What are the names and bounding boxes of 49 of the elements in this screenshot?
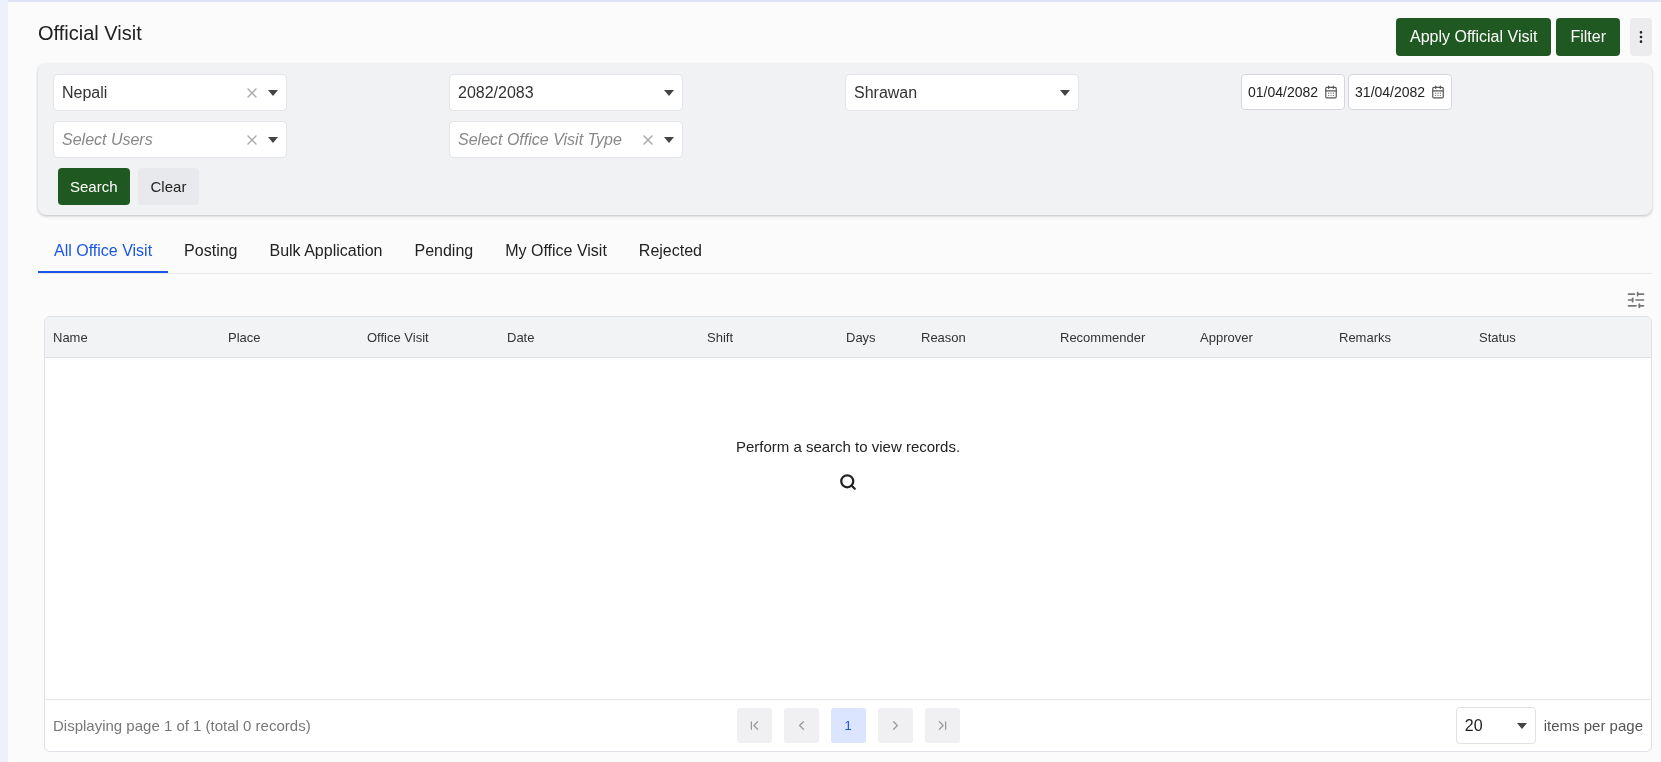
select-field[interactable]: Nepali — [53, 74, 287, 111]
caret-icon — [268, 136, 278, 143]
column-header: Shift — [707, 329, 734, 345]
date-field[interactable]: 01/04/2082 — [1241, 74, 1346, 110]
caret-icon — [268, 89, 278, 96]
empty-message: Perform a search to view records. — [735, 438, 961, 455]
select-field[interactable]: Select Users — [53, 121, 287, 158]
column-header: Days — [846, 329, 877, 345]
tab[interactable]: Rejected — [622, 232, 718, 273]
caret-icon — [1060, 89, 1070, 96]
header-button[interactable]: Filter — [1556, 18, 1620, 56]
tab[interactable]: All Office Visit — [38, 232, 169, 273]
tab[interactable]: Posting — [168, 232, 254, 273]
last-page-button[interactable] — [924, 708, 960, 743]
page-title: Official Visit — [38, 22, 142, 45]
next-page-button[interactable] — [877, 708, 913, 743]
select-field[interactable]: Select Office Visit Type — [449, 121, 683, 158]
column-header: Office Visit — [367, 329, 430, 345]
calendar-icon — [1431, 85, 1446, 99]
more-menu-button[interactable] — [1630, 18, 1652, 56]
tab[interactable]: Pending — [398, 232, 490, 273]
column-header: Place — [228, 329, 262, 345]
search-icon — [839, 473, 857, 491]
column-settings-icon[interactable] — [1626, 290, 1646, 310]
date-field[interactable]: 31/04/2082 — [1348, 74, 1453, 110]
column-header: Name — [53, 329, 89, 345]
page-button[interactable]: 1 — [830, 708, 866, 743]
tab[interactable]: Bulk Application — [253, 232, 399, 273]
previous-page-button[interactable] — [783, 708, 819, 743]
column-header: Remarks — [1339, 329, 1392, 345]
select-field[interactable]: Shrawan — [845, 74, 1079, 111]
tab[interactable]: My Office Visit — [489, 232, 623, 273]
column-header: Date — [507, 329, 536, 345]
caret-icon — [664, 89, 674, 96]
page-size-select[interactable]: 20 — [1455, 707, 1536, 744]
pagination-summary: Displaying page 1 of 1 (total 0 records) — [53, 717, 312, 734]
calendar-icon — [1324, 85, 1339, 99]
caret-icon — [664, 136, 674, 143]
search-button[interactable]: Search — [58, 168, 130, 205]
column-header: Approver — [1200, 329, 1254, 345]
header-button[interactable]: Apply Official Visit — [1395, 18, 1552, 56]
column-header: Status — [1479, 329, 1517, 345]
first-page-button[interactable] — [736, 708, 772, 743]
column-header: Recommender — [1060, 329, 1147, 345]
column-header: Reason — [921, 329, 967, 345]
page-size-label: items per page — [1543, 717, 1643, 734]
caret-icon — [1516, 722, 1527, 729]
select-field[interactable]: 2082/2083 — [449, 74, 683, 111]
clear-button[interactable]: Clear — [137, 168, 200, 205]
